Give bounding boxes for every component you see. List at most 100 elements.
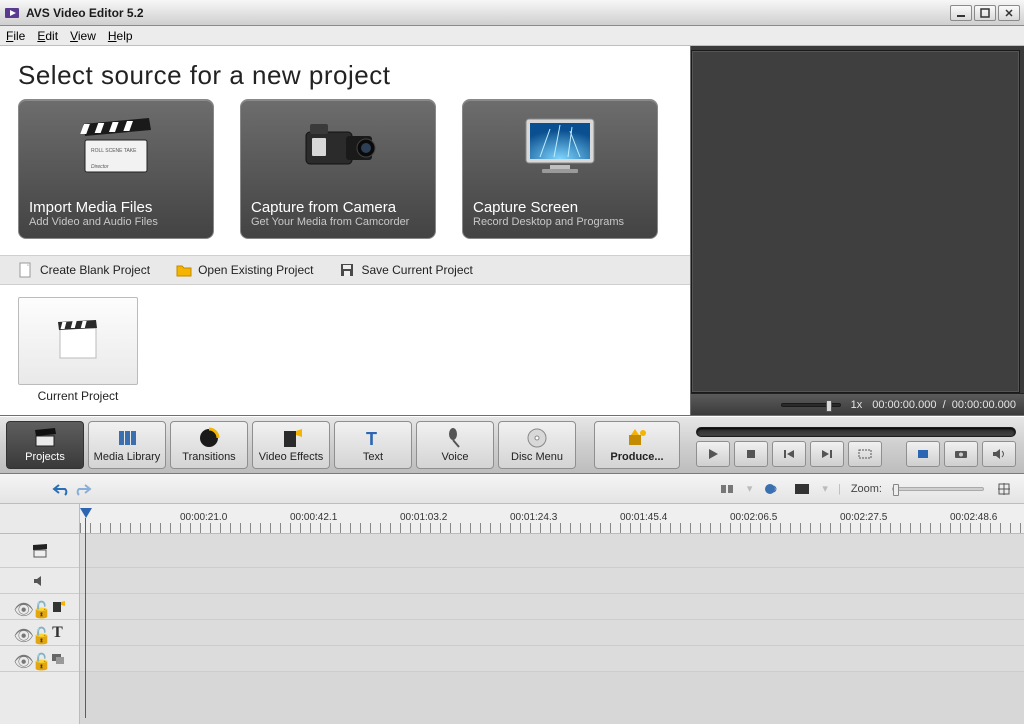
titlebar: AVS Video Editor 5.2 <box>0 0 1024 26</box>
track-head-text[interactable]: 👁 🔓 T <box>0 620 79 646</box>
label: Transitions <box>182 451 235 463</box>
tracks-area[interactable]: 00:00:21.0 00:00:42.1 00:01:03.2 00:01:2… <box>80 504 1024 724</box>
label: Create Blank Project <box>40 263 150 277</box>
play-button[interactable] <box>696 441 730 467</box>
track-head-audio[interactable] <box>0 568 79 594</box>
project-thumbnails: Current Project <box>0 285 690 415</box>
folder-icon <box>176 262 192 278</box>
scrub-bar[interactable] <box>696 427 1016 437</box>
stop-button[interactable] <box>734 441 768 467</box>
card-title: Capture Screen <box>473 199 647 216</box>
fullscreen-button[interactable] <box>906 441 940 467</box>
card-import-media[interactable]: ROLL SCENE TAKE Director Import Media Fi… <box>18 99 214 239</box>
label: Text <box>363 451 383 463</box>
loop-button[interactable] <box>848 441 882 467</box>
zoom-slider[interactable] <box>892 487 984 491</box>
tab-projects[interactable]: Projects <box>6 421 84 469</box>
project-actions: Create Blank Project Open Existing Proje… <box>0 255 690 285</box>
text-icon: T <box>362 427 384 449</box>
view-mode-button[interactable] <box>792 480 812 498</box>
track-audio[interactable] <box>80 568 1024 594</box>
app-icon <box>4 5 20 21</box>
zoom-label: Zoom: <box>851 483 882 495</box>
audio-track-button[interactable] <box>762 480 782 498</box>
card-capture-camera[interactable]: Capture from Camera Get Your Media from … <box>240 99 436 239</box>
produce-button[interactable]: Produce... <box>594 421 680 469</box>
tab-transitions[interactable]: Transitions <box>170 421 248 469</box>
overlay-icon <box>50 651 66 667</box>
menu-view[interactable]: View <box>70 29 96 43</box>
preview-screen <box>691 50 1020 393</box>
transport-controls <box>696 441 1016 467</box>
menu-edit[interactable]: Edit <box>37 29 58 43</box>
tab-disc-menu[interactable]: Disc Menu <box>498 421 576 469</box>
tab-media-library[interactable]: Media Library <box>88 421 166 469</box>
mic-icon <box>444 427 466 449</box>
svg-text:ROLL SCENE TAKE: ROLL SCENE TAKE <box>91 148 137 154</box>
track-heads: 👁 🔓 👁 🔓 T 👁 🔓 <box>0 504 80 724</box>
menu-help[interactable]: Help <box>108 29 133 43</box>
playhead-icon[interactable] <box>80 508 92 518</box>
svg-text:T: T <box>366 429 377 448</box>
lock-icon: 🔓 <box>32 652 46 666</box>
zoom-fit-button[interactable] <box>994 480 1014 498</box>
close-button[interactable] <box>998 5 1020 21</box>
speed-slider[interactable] <box>781 403 841 407</box>
save-current-project[interactable]: Save Current Project <box>339 262 472 278</box>
prev-frame-button[interactable] <box>772 441 806 467</box>
tab-video-effects[interactable]: Video Effects <box>252 421 330 469</box>
tab-voice[interactable]: Voice <box>416 421 494 469</box>
track-overlay[interactable] <box>80 646 1024 672</box>
card-capture-screen[interactable]: Capture Screen Record Desktop and Progra… <box>462 99 658 239</box>
menu-file[interactable]: File <box>6 29 25 43</box>
eye-icon: 👁 <box>14 600 28 614</box>
ruler-label: 00:01:03.2 <box>400 512 447 523</box>
time-total: 00:00:00.000 <box>952 399 1016 411</box>
source-panel: Select source for a new project ROLL SCE… <box>0 46 691 416</box>
lock-icon: 🔓 <box>32 600 46 614</box>
clapperboard-icon: ROLL SCENE TAKE Director <box>19 106 213 184</box>
svg-text:Director: Director <box>91 164 109 170</box>
lock-icon: 🔓 <box>32 626 46 640</box>
monitor-icon <box>463 106 657 184</box>
time-current: 00:00:00.000 <box>872 399 936 411</box>
split-button[interactable] <box>717 480 737 498</box>
produce-icon <box>626 427 648 449</box>
time-ruler[interactable]: 00:00:21.0 00:00:42.1 00:01:03.2 00:01:2… <box>80 504 1024 534</box>
maximize-button[interactable] <box>974 5 996 21</box>
label: Disc Menu <box>511 451 563 463</box>
transitions-icon <box>198 427 220 449</box>
ruler-label: 00:00:42.1 <box>290 512 337 523</box>
next-frame-button[interactable] <box>810 441 844 467</box>
ruler-label: 00:01:45.4 <box>620 512 667 523</box>
thumb-label: Current Project <box>38 389 119 403</box>
card-sub: Get Your Media from Camcorder <box>251 216 425 228</box>
create-blank-project[interactable]: Create Blank Project <box>18 262 150 278</box>
open-existing-project[interactable]: Open Existing Project <box>176 262 313 278</box>
camcorder-icon <box>241 106 435 184</box>
track-head-video[interactable] <box>0 534 79 568</box>
disc-icon <box>526 427 548 449</box>
fx-icon <box>50 599 66 615</box>
ruler-label: 00:02:06.5 <box>730 512 777 523</box>
eye-icon: 👁 <box>14 626 28 640</box>
track-text[interactable] <box>80 620 1024 646</box>
minimize-button[interactable] <box>950 5 972 21</box>
undo-button[interactable] <box>50 479 72 499</box>
snapshot-button[interactable] <box>944 441 978 467</box>
track-head-effects[interactable]: 👁 🔓 <box>0 594 79 620</box>
current-project-thumb[interactable]: Current Project <box>18 297 138 403</box>
ruler-label: 00:02:48.6 <box>950 512 997 523</box>
label: Produce... <box>610 451 663 463</box>
menubar: File Edit View Help <box>0 26 1024 46</box>
track-video[interactable] <box>80 534 1024 568</box>
volume-button[interactable] <box>982 441 1016 467</box>
ruler-label: 00:02:27.5 <box>840 512 887 523</box>
track-head-overlay[interactable]: 👁 🔓 <box>0 646 79 672</box>
track-effects[interactable] <box>80 594 1024 620</box>
card-title: Import Media Files <box>29 199 203 216</box>
preview-status: 1x 00:00:00.000 / 00:00:00.000 <box>691 393 1024 415</box>
tab-text[interactable]: T Text <box>334 421 412 469</box>
card-title: Capture from Camera <box>251 199 425 216</box>
redo-button[interactable] <box>72 479 94 499</box>
